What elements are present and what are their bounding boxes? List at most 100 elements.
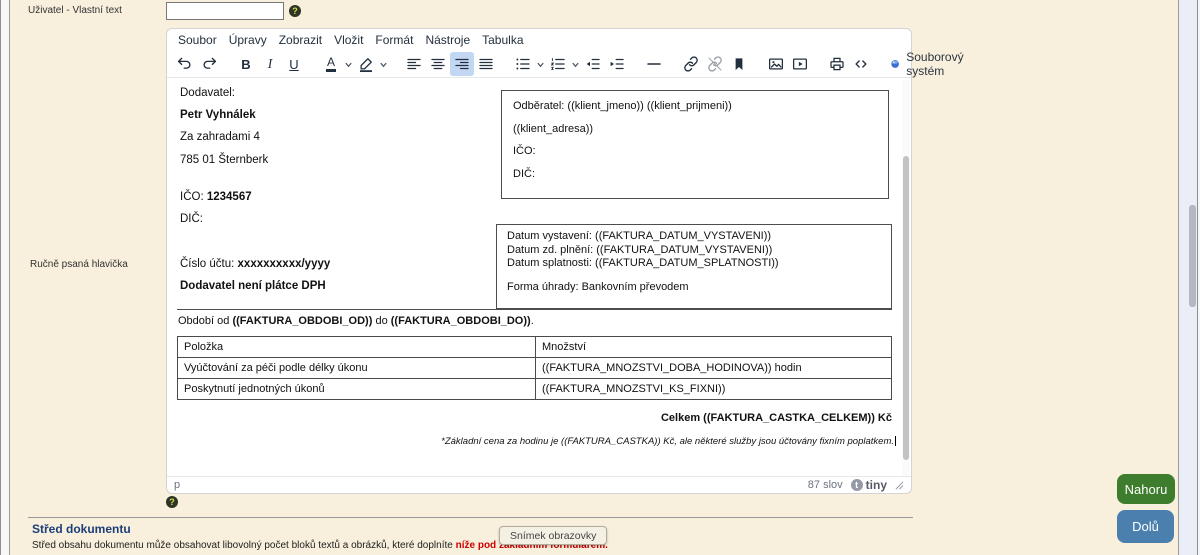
editor-scrollbar-thumb[interactable] bbox=[903, 156, 909, 460]
date-taxable: Datum zd. plnění: ((FAKTURA_DATUM_VYSTAV… bbox=[507, 244, 881, 258]
link-icon bbox=[682, 55, 700, 73]
payment-method: Forma úhrady: Bankovním převodem bbox=[507, 281, 881, 295]
page-scrollbar-thumb[interactable] bbox=[1189, 205, 1196, 307]
menu-table[interactable]: Tabulka bbox=[476, 31, 529, 49]
items-row: Vyúčtování za péči podle délky úkonu ((F… bbox=[178, 358, 892, 379]
left-border-rail bbox=[0, 0, 10, 555]
items-table: Položka Množství Vyúčtování za péči podl… bbox=[177, 336, 892, 400]
item-qty-cell: ((FAKTURA_MNOZSTVI_DOBA_HODINOVA)) hodin bbox=[536, 358, 892, 379]
underline-icon: U bbox=[289, 57, 298, 72]
numbered-list-icon bbox=[549, 55, 567, 73]
help-icon[interactable]: ? bbox=[166, 496, 178, 508]
filesystem-label: Souborový systém bbox=[906, 50, 969, 78]
align-center-icon bbox=[429, 55, 447, 73]
italic-button[interactable]: I bbox=[258, 52, 282, 76]
bold-button[interactable]: B bbox=[234, 52, 258, 76]
handwritten-header-label: Ručně psaná hlavička bbox=[30, 259, 128, 270]
menu-insert[interactable]: Vložit bbox=[328, 31, 369, 49]
highlight-pen-icon bbox=[357, 55, 375, 73]
bookmark-button[interactable] bbox=[727, 52, 751, 76]
text-color-button[interactable]: A bbox=[319, 52, 343, 76]
menu-tools[interactable]: Nástroje bbox=[419, 31, 476, 49]
bookmark-icon bbox=[730, 55, 748, 73]
user-text-label: Uživatel - Vlastní text bbox=[28, 5, 122, 16]
filesystem-button[interactable]: Souborový systém bbox=[886, 48, 973, 80]
resize-handle-icon[interactable] bbox=[895, 481, 904, 490]
editor-toolbar: B I U A bbox=[167, 51, 911, 78]
underline-button[interactable]: U bbox=[282, 52, 306, 76]
items-header-row: Položka Množství bbox=[178, 337, 892, 358]
section-divider bbox=[28, 517, 913, 518]
page-scrollbar[interactable] bbox=[1178, 0, 1200, 555]
customer-box: Odběratel: ((klient_jmeno)) ((klient_pri… bbox=[501, 90, 889, 199]
items-col-header: Položka bbox=[178, 337, 536, 358]
menu-edit[interactable]: Úpravy bbox=[223, 31, 273, 49]
highlight-color-chevron-icon[interactable] bbox=[378, 52, 389, 76]
tiny-logo-icon: t bbox=[851, 479, 863, 491]
user-text-input[interactable] bbox=[166, 2, 284, 20]
scroll-up-button[interactable]: Nahoru bbox=[1117, 474, 1175, 504]
word-count: 87 slov bbox=[808, 479, 843, 491]
supplier-ico: IČO: 1234567 bbox=[180, 191, 252, 203]
text-color-icon: A bbox=[326, 56, 336, 72]
total-line: Celkem ((FAKTURA_CASTKA_CELKEM)) Kč bbox=[177, 412, 892, 424]
header-divider bbox=[177, 309, 892, 310]
align-right-icon bbox=[453, 55, 471, 73]
screenshot-button[interactable]: Snímek obrazovky bbox=[499, 526, 607, 545]
highlight-color-button[interactable] bbox=[354, 52, 378, 76]
unlink-icon bbox=[706, 55, 724, 73]
align-center-button[interactable] bbox=[426, 52, 450, 76]
help-icon[interactable]: ? bbox=[289, 5, 301, 17]
item-name-cell: Vyúčtování za péči podle délky úkonu bbox=[178, 358, 536, 379]
align-justify-button[interactable] bbox=[474, 52, 498, 76]
print-button[interactable] bbox=[825, 52, 849, 76]
media-button[interactable] bbox=[788, 52, 812, 76]
filesystem-icon bbox=[890, 56, 900, 72]
align-left-icon bbox=[405, 55, 423, 73]
indent-icon bbox=[608, 55, 626, 73]
unlink-button[interactable] bbox=[703, 52, 727, 76]
align-left-button[interactable] bbox=[402, 52, 426, 76]
supplier-account: Číslo účtu: xxxxxxxxxx/yyyy bbox=[180, 258, 330, 270]
editor-menubar: Soubor Úpravy Zobrazit Vložit Formát Nás… bbox=[167, 29, 911, 51]
scroll-down-button[interactable]: Dolů bbox=[1117, 510, 1174, 543]
outdent-icon bbox=[584, 55, 602, 73]
bullet-list-chevron-icon[interactable] bbox=[535, 52, 546, 76]
source-code-button[interactable] bbox=[849, 52, 873, 76]
customer-line: ((klient_adresa)) bbox=[513, 123, 877, 136]
menu-format[interactable]: Formát bbox=[369, 31, 419, 49]
element-path[interactable]: p bbox=[174, 479, 180, 491]
image-button[interactable] bbox=[764, 52, 788, 76]
numbered-list-button[interactable] bbox=[546, 52, 570, 76]
item-qty-cell: ((FAKTURA_MNOZSTVI_KS_FIXNI)) bbox=[536, 379, 892, 400]
editor-content[interactable]: Dodavatel: Petr Vyhnálek Za zahradami 4 … bbox=[167, 79, 911, 478]
tiny-brand[interactable]: t tiny bbox=[851, 478, 887, 492]
footnote-line: *Základní cena za hodinu je ((FAKTURA_CA… bbox=[177, 436, 896, 447]
menu-view[interactable]: Zobrazit bbox=[273, 31, 328, 49]
indent-button[interactable] bbox=[605, 52, 629, 76]
redo-button[interactable] bbox=[197, 52, 221, 76]
numbered-list-chevron-icon[interactable] bbox=[570, 52, 581, 76]
link-button[interactable] bbox=[679, 52, 703, 76]
supplier-city: 785 01 Šternberk bbox=[180, 154, 268, 166]
outdent-button[interactable] bbox=[581, 52, 605, 76]
customer-line: DIČ: bbox=[513, 168, 877, 181]
source-code-icon bbox=[852, 55, 870, 73]
menu-file[interactable]: Soubor bbox=[172, 31, 223, 49]
bold-icon: B bbox=[241, 57, 250, 72]
text-color-chevron-icon[interactable] bbox=[343, 52, 354, 76]
section-heading: Střed dokumentu bbox=[32, 522, 131, 536]
dates-box: Datum vystavení: ((FAKTURA_DATUM_VYSTAVE… bbox=[496, 224, 892, 309]
date-issued: Datum vystavení: ((FAKTURA_DATUM_VYSTAVE… bbox=[507, 230, 881, 244]
bullet-list-icon bbox=[514, 55, 532, 73]
image-icon bbox=[767, 55, 785, 73]
align-right-button[interactable] bbox=[450, 52, 474, 76]
horizontal-rule-button[interactable] bbox=[642, 52, 666, 76]
supplier-street: Za zahradami 4 bbox=[180, 131, 260, 143]
undo-button[interactable] bbox=[173, 52, 197, 76]
rich-text-editor: Soubor Úpravy Zobrazit Vložit Formát Nás… bbox=[166, 28, 912, 494]
supplier-name: Petr Vyhnálek bbox=[180, 109, 256, 121]
bullet-list-button[interactable] bbox=[511, 52, 535, 76]
horizontal-rule-icon bbox=[645, 55, 663, 73]
editor-scrollbar[interactable] bbox=[902, 80, 910, 477]
